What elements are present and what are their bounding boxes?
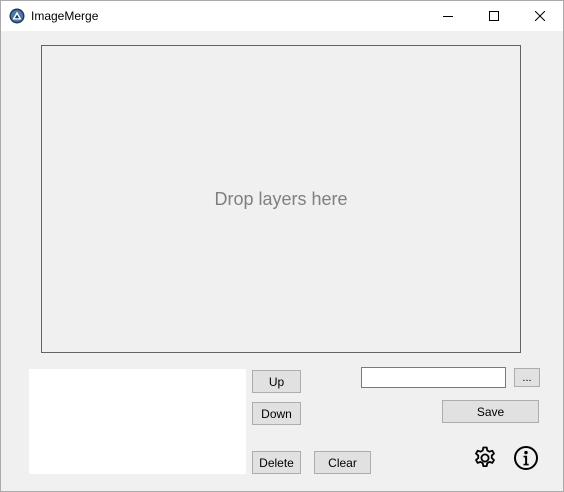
gear-icon: [472, 445, 498, 476]
close-button[interactable]: [517, 1, 563, 31]
imagemerge-logo-icon: [9, 8, 25, 24]
minimize-button[interactable]: [425, 1, 471, 31]
browse-button[interactable]: ...: [514, 368, 540, 387]
layer-drop-area[interactable]: Drop layers here: [41, 45, 521, 353]
app-window: ImageMerge Drop layers here Up Down Dele…: [0, 0, 564, 492]
layer-list[interactable]: [29, 369, 246, 474]
maximize-button[interactable]: [471, 1, 517, 31]
clear-button[interactable]: Clear: [314, 451, 371, 474]
drop-placeholder-text: Drop layers here: [214, 188, 348, 209]
move-up-button[interactable]: Up: [252, 370, 301, 393]
info-icon: [513, 445, 539, 476]
title-bar[interactable]: ImageMerge: [1, 1, 563, 31]
settings-button[interactable]: [471, 446, 499, 474]
delete-button[interactable]: Delete: [252, 451, 301, 474]
move-down-button[interactable]: Down: [252, 402, 301, 425]
close-icon: [535, 11, 545, 21]
about-button[interactable]: [512, 445, 540, 476]
maximize-icon: [489, 11, 499, 21]
output-path-input[interactable]: [361, 367, 506, 388]
minimize-icon: [443, 11, 453, 21]
save-button[interactable]: Save: [442, 400, 539, 423]
window-title: ImageMerge: [31, 9, 99, 23]
